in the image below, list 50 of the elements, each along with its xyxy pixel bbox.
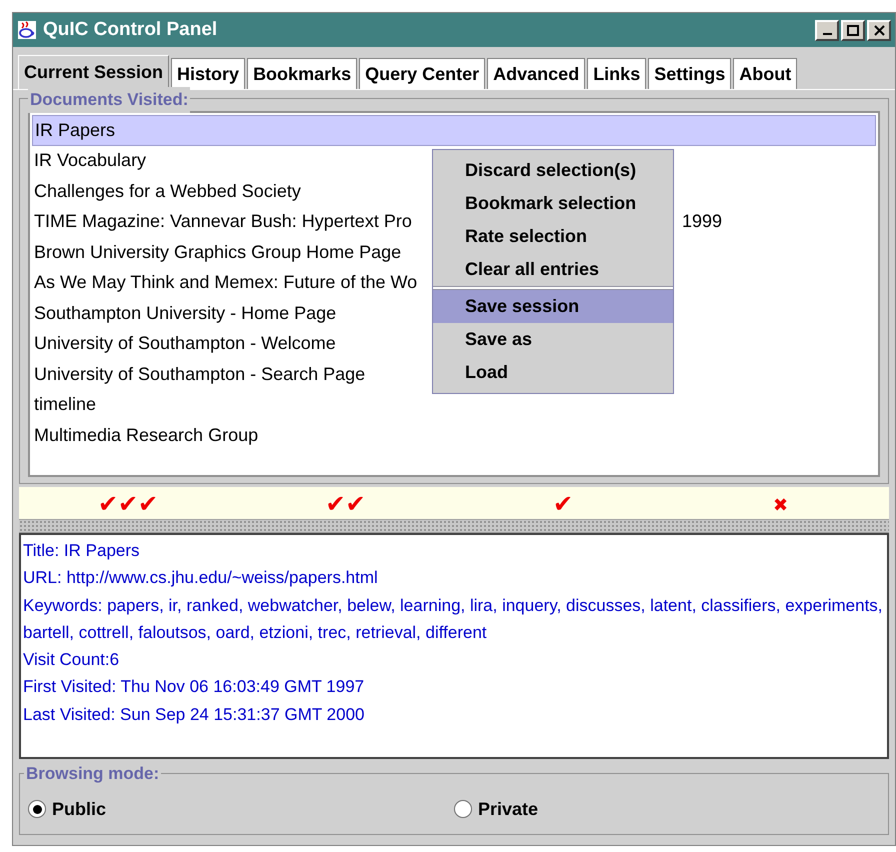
detail-text: First Visited: Thu Nov 06 16:03:49 GMT 1997 <box>23 676 366 698</box>
menu-item[interactable]: Load <box>433 356 673 389</box>
list-item[interactable]: Multimedia Research Group <box>34 422 258 449</box>
list-item[interactable]: As We May Think and Memex: Future of the Wo <box>34 269 418 296</box>
window-title: QuIC Control Panel <box>43 18 218 42</box>
group-legend: Documents Visited: <box>28 87 190 112</box>
list-item[interactable]: University of Southampton - Welcome <box>34 330 336 358</box>
close-icon <box>874 24 884 36</box>
list-item[interactable]: TIME Magazine: Vannevar Bush: Hypertext Pro <box>34 208 412 236</box>
close-button[interactable] <box>867 20 891 40</box>
tab[interactable]: Query Center <box>359 58 486 89</box>
radio-label: Public <box>52 798 106 820</box>
menu-item[interactable]: Discard selection(s) <box>433 154 673 187</box>
tab[interactable]: Links <box>587 58 646 89</box>
detail-text: Last Visited: Sun Sep 24 15:31:37 GMT 2000 <box>23 704 366 726</box>
detail-text: URL: http://www.cs.jhu.edu/~weiss/papers.html <box>23 567 379 590</box>
list-item[interactable]: Brown University Graphics Group Home Page <box>34 238 402 266</box>
list-item[interactable]: Southampton University - Home Page <box>34 300 336 327</box>
tab[interactable]: History <box>171 58 246 89</box>
list-item-text: 1999 <box>682 210 722 234</box>
maximize-button[interactable] <box>841 20 865 40</box>
cup-icon <box>17 20 37 40</box>
tab[interactable]: Settings <box>648 58 732 89</box>
list-item[interactable]: IR Vocabulary <box>34 147 146 174</box>
menu-item[interactable]: Save session <box>433 290 673 323</box>
list-item[interactable]: timeline <box>34 391 96 418</box>
radio-button[interactable] <box>28 800 46 818</box>
cross-mark: ✖ <box>772 494 788 516</box>
check-mark: ✔✔ <box>325 490 366 520</box>
menu-item[interactable]: Save as <box>433 323 673 356</box>
list-item[interactable]: University of Southampton - Search Page <box>34 360 366 388</box>
radio-button[interactable] <box>454 800 472 818</box>
tab[interactable]: Bookmarks <box>247 58 358 89</box>
detail-text: Visit Count:6 <box>23 649 120 672</box>
maximize-icon <box>847 24 859 36</box>
list-item[interactable]: IR Papers <box>32 115 876 146</box>
tab[interactable]: Current Session <box>18 55 170 89</box>
minimize-icon <box>822 33 832 35</box>
detail-text: Title: IR Papers <box>23 540 141 562</box>
detail-text: Keywords: papers, ir, ranked, webwatcher, belew, learning, lira, inquery, discusses, latent, classifiers, experiments, bartell, cottrell, faloutsos, oard, etzioni, trec, retrieval, different <box>23 594 884 644</box>
minimize-button[interactable] <box>815 20 839 40</box>
tab[interactable]: Advanced <box>487 58 586 89</box>
menu-item[interactable]: Clear all entries <box>433 253 673 286</box>
check-mark: ✔ <box>552 490 573 520</box>
tab[interactable]: About <box>733 58 798 89</box>
check-mark: ✔✔✔ <box>98 490 158 520</box>
list-item[interactable]: Challenges for a Webbed Society <box>34 178 301 205</box>
menu-item[interactable]: Bookmark selection <box>433 187 673 220</box>
menu-item[interactable]: Rate selection <box>433 220 673 253</box>
radio-label: Private <box>478 798 538 820</box>
